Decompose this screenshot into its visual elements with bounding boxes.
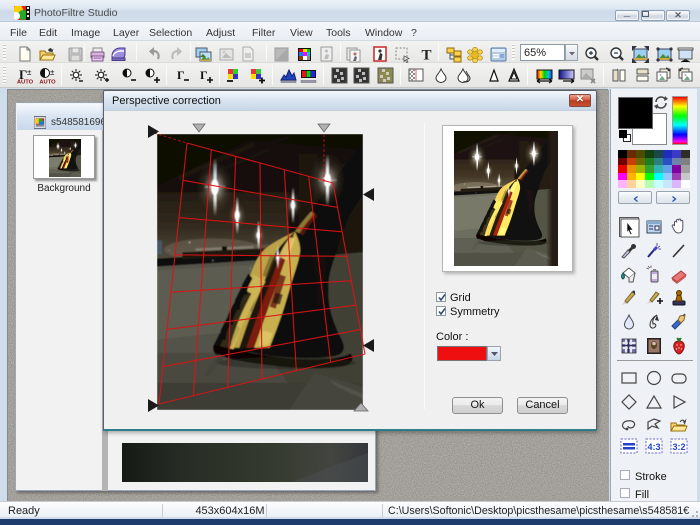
svg-text:4:3: 4:3 <box>647 442 660 452</box>
svg-text:T: T <box>421 48 431 64</box>
svg-text:Γ: Γ <box>200 68 208 82</box>
svg-text:3:2: 3:2 <box>672 442 685 452</box>
svg-text:Γ: Γ <box>177 68 185 82</box>
svg-text:±: ± <box>27 68 32 77</box>
svg-text:AUTO: AUTO <box>17 80 34 85</box>
svg-text:AUTO: AUTO <box>39 80 56 85</box>
svg-text:±: ± <box>50 68 55 77</box>
